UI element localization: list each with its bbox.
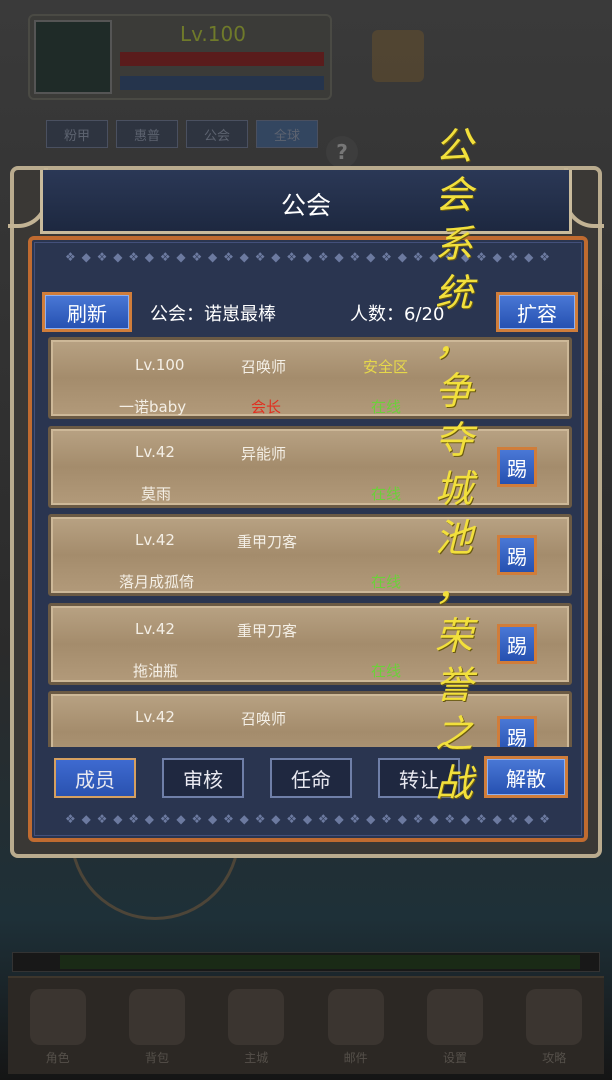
xp-bar-fill: [60, 955, 580, 969]
promo-char: 系: [434, 222, 473, 266]
member-class: 召唤师: [241, 358, 287, 376]
kick-button[interactable]: 踢: [497, 716, 537, 747]
member-class: 召唤师: [241, 710, 287, 728]
promo-char: 池: [434, 516, 473, 560]
guild-name-label: 公会：诺崽最棒: [150, 304, 276, 325]
player-level: Lv.100: [180, 22, 246, 46]
nav-mail: 邮件: [316, 982, 396, 1066]
member-name: 落月成孤倚: [119, 573, 195, 591]
tab-appoint[interactable]: 任命: [270, 758, 352, 798]
member-name: 莫雨: [141, 485, 172, 503]
ornament-divider-top: ❖ ◆ ❖ ◆ ❖ ◆ ❖ ◆ ❖ ◆ ❖ ◆ ❖ ◆ ❖ ◆ ❖ ◆ ❖ ◆ …: [65, 250, 551, 264]
ornament-divider-bottom: ❖ ◆ ❖ ◆ ❖ ◆ ❖ ◆ ❖ ◆ ❖ ◆ ❖ ◆ ❖ ◆ ❖ ◆ ❖ ◆ …: [65, 812, 551, 826]
kick-button[interactable]: 踢: [497, 535, 537, 575]
city-icon: [228, 989, 285, 1045]
promo-char: 争: [434, 369, 473, 413]
promo-char: 荣: [434, 614, 473, 658]
member-status: 在线: [371, 573, 402, 591]
member-name: 一诺baby: [119, 398, 187, 416]
bag-icon: [128, 989, 185, 1045]
member-rank: 会长: [251, 398, 282, 416]
nav-settings: 设置: [415, 982, 495, 1066]
mail-icon: [327, 989, 384, 1045]
promo-char: 城: [434, 467, 473, 511]
mp-bar: [120, 76, 324, 90]
promo-char: 会: [434, 173, 473, 217]
member-class: 重甲刀客: [237, 533, 298, 551]
member-class: 异能师: [241, 445, 287, 463]
member-status: 在线: [371, 662, 402, 680]
tab-review[interactable]: 审核: [162, 758, 244, 798]
refresh-button[interactable]: 刷新: [42, 292, 132, 332]
hp-bar: [120, 52, 324, 66]
chat-tabs: 粉甲 惠普 公会 全球: [46, 120, 318, 148]
member-location: 安全区: [363, 358, 409, 376]
member-row[interactable]: Lv.100 召唤师 安全区 一诺baby 会长 在线: [48, 337, 572, 419]
chat-tab: 公会: [186, 120, 248, 148]
member-row[interactable]: Lv.42 异能师 莫雨 在线 踢: [48, 426, 572, 508]
member-row[interactable]: Lv.42 召唤师 踢: [48, 691, 572, 747]
tab-members[interactable]: 成员: [54, 758, 136, 798]
bottom-nav: 角色 背包 主城 邮件 设置 攻略: [8, 976, 604, 1074]
scroll-icon: [526, 989, 583, 1045]
member-row[interactable]: Lv.42 重甲刀客 拖油瓶 在线 踢: [48, 603, 572, 685]
promo-char: ，: [434, 565, 473, 609]
nav-bag: 背包: [117, 982, 197, 1066]
chat-tab: 全球: [256, 120, 318, 148]
member-list[interactable]: Lv.100 召唤师 安全区 一诺baby 会长 在线 Lv.42 异能师 莫雨…: [46, 335, 574, 747]
member-level: Lv.42: [135, 443, 175, 461]
promo-char: 夺: [434, 418, 473, 462]
nav-character: 角色: [18, 982, 98, 1066]
disband-button[interactable]: 解散: [484, 756, 568, 798]
kick-button[interactable]: 踢: [497, 624, 537, 664]
player-avatar: [34, 20, 112, 94]
promo-overlay-text: 公 会 系 统 ， 争 夺 城 池 ， 荣 誉 之 战: [426, 122, 482, 808]
gift-box-icon: [372, 30, 424, 82]
character-icon: [29, 989, 86, 1045]
promo-char: 战: [434, 761, 473, 805]
expand-button[interactable]: 扩容: [496, 292, 578, 332]
member-level: Lv.100: [135, 356, 185, 374]
nav-guide: 攻略: [514, 982, 594, 1066]
dialog-title: 公会: [280, 191, 331, 220]
kick-button[interactable]: 踢: [497, 447, 537, 487]
chat-tab: 惠普: [116, 120, 178, 148]
member-name: 拖油瓶: [133, 662, 179, 680]
member-level: Lv.42: [135, 531, 175, 549]
member-row[interactable]: Lv.42 重甲刀客 落月成孤倚 在线 踢: [48, 514, 572, 596]
promo-char: 之: [434, 712, 473, 756]
member-status: 在线: [371, 485, 402, 503]
help-icon: ?: [326, 136, 358, 168]
member-level: Lv.42: [135, 620, 175, 638]
promo-char: 公: [434, 124, 473, 168]
member-class: 重甲刀客: [237, 622, 298, 640]
nav-city: 主城: [216, 982, 296, 1066]
promo-char: ，: [434, 320, 473, 364]
gear-icon: [426, 989, 483, 1045]
member-level: Lv.42: [135, 708, 175, 726]
chat-tab: 粉甲: [46, 120, 108, 148]
member-status: 在线: [371, 398, 402, 416]
promo-char: 誉: [434, 663, 473, 707]
promo-char: 统: [434, 271, 473, 315]
